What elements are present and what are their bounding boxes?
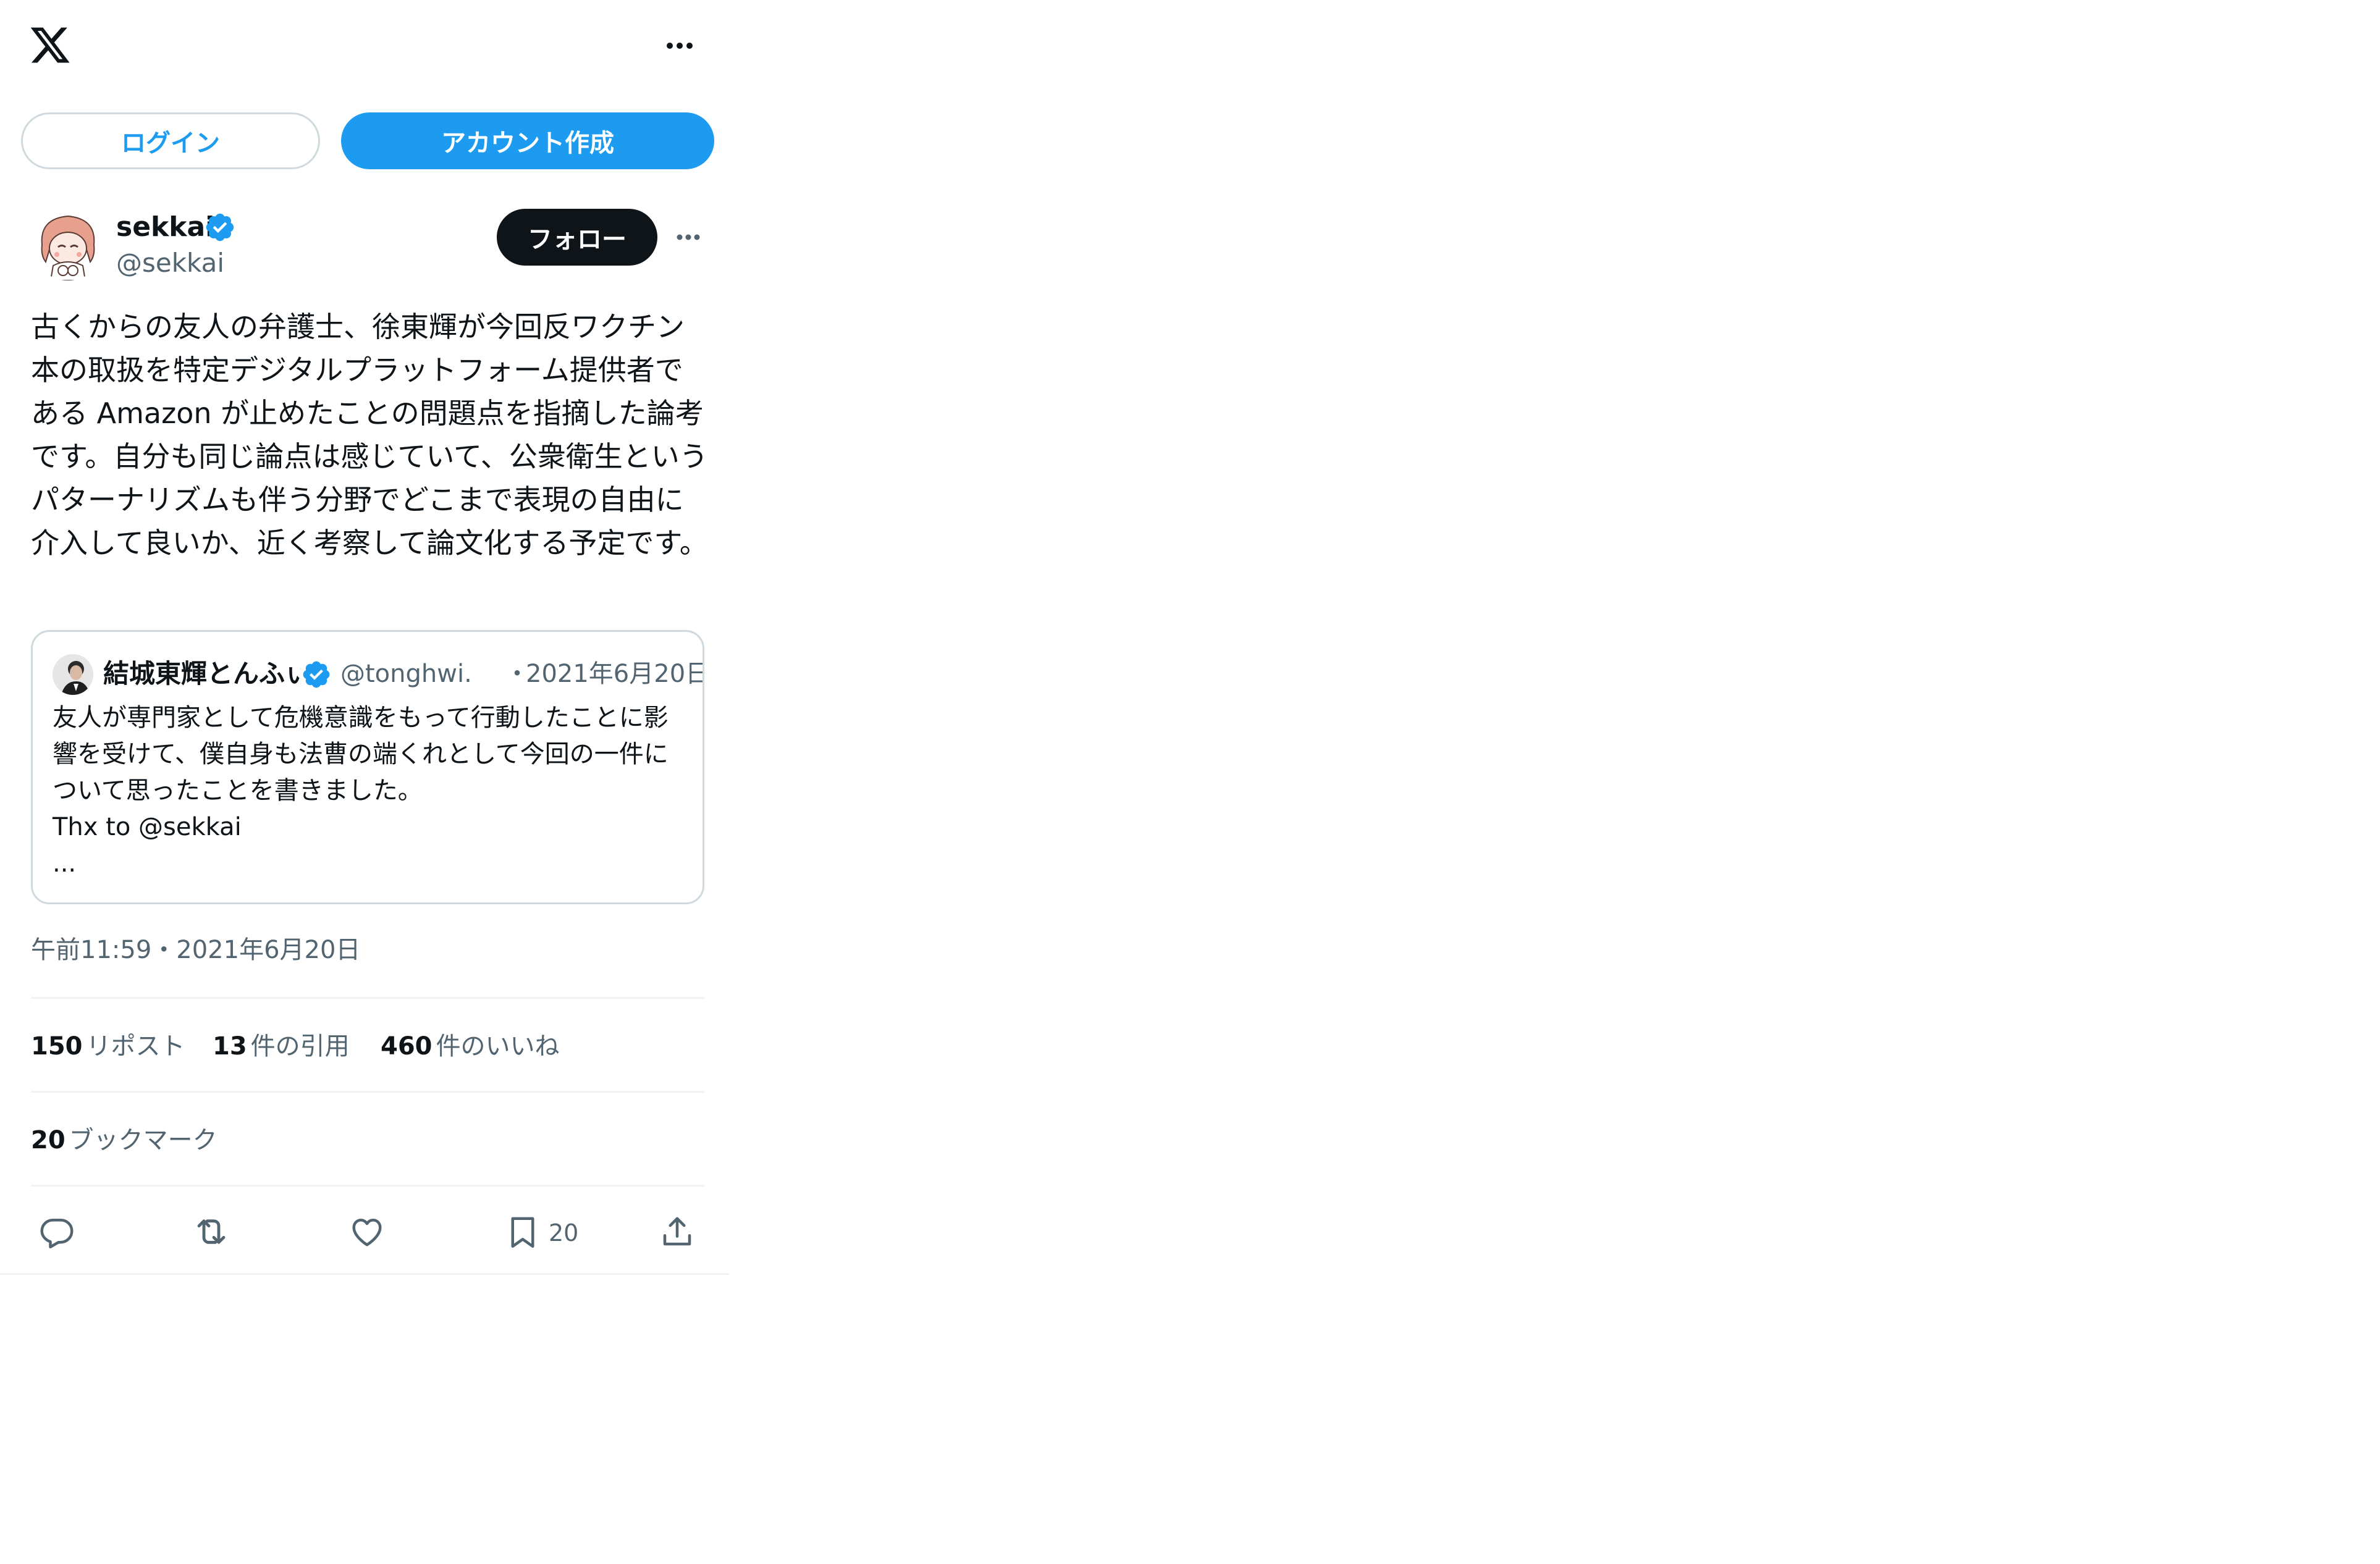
login-button[interactable]: ログイン (21, 112, 320, 169)
follow-button[interactable]: フォロー (497, 209, 657, 266)
stat-reposts[interactable]: 150 リポスト (31, 1028, 185, 1065)
stat-bookmarks-count: 20 (31, 1126, 65, 1154)
tweet-column: ログイン アカウント作成 sekkai @sekkai フォロー 古くからの友人… (0, 0, 729, 1275)
stat-reposts-count: 150 (31, 1032, 83, 1061)
stat-likes[interactable]: 460 件のいいね (381, 1028, 560, 1065)
stat-reposts-label: リポスト (86, 1032, 185, 1061)
stat-quotes[interactable]: 13 件の引用 (213, 1028, 350, 1065)
divider (31, 997, 704, 999)
quote-date: 2021年6月20日 (526, 660, 704, 688)
bookmark-action-count: 20 (549, 1219, 579, 1247)
tweet-timestamp[interactable]: 午前11:59・2021年6月20日 (31, 931, 360, 969)
more-horizontal-icon[interactable] (661, 32, 698, 59)
heart-icon[interactable] (342, 1207, 392, 1256)
repost-icon[interactable] (187, 1207, 236, 1256)
page: ログイン アカウント作成 sekkai @sekkai フォロー 古くからの友人… (0, 0, 2380, 1564)
stat-likes-label: 件のいいね (436, 1032, 560, 1061)
quote-text: 友人が専門家として危機意識をもって行動したことに影響を受けて、僕自身も法曹の端く… (53, 704, 669, 878)
tweet-text: 古くからの友人の弁護士、徐東輝が今回反ワクチン本の取扱を特定デジタルプラットフォ… (31, 310, 708, 560)
stat-bookmarks[interactable]: 20 ブックマーク (31, 1122, 217, 1159)
stat-likes-count: 460 (381, 1032, 433, 1061)
stat-quotes-label: 件の引用 (250, 1032, 350, 1061)
signup-button[interactable]: アカウント作成 (341, 112, 714, 169)
x-logo-icon[interactable] (28, 23, 72, 67)
quote-author-name: 結城東輝とんふぃ (103, 658, 301, 689)
more-horizontal-icon[interactable] (670, 225, 707, 250)
quote-avatar (53, 654, 93, 695)
bookmark-icon[interactable] (498, 1207, 547, 1256)
divider (31, 1185, 704, 1187)
reply-icon[interactable] (32, 1207, 82, 1256)
author-handle[interactable]: @sekkai (116, 246, 224, 280)
quote-author-handle: @tonghwi. (340, 660, 472, 688)
verified-badge-icon (204, 211, 236, 243)
avatar[interactable] (31, 206, 105, 280)
author-name[interactable]: sekkai (116, 209, 214, 246)
divider (31, 1091, 704, 1093)
stat-quotes-count: 13 (213, 1032, 247, 1061)
stat-bookmarks-label: ブックマーク (69, 1126, 217, 1154)
quote-tweet-card[interactable]: 結城東輝とんふぃ @tonghwi. ・ 2021年6月20日 友人が専門家とし… (31, 630, 704, 904)
share-icon[interactable] (652, 1207, 702, 1256)
verified-badge-icon (301, 659, 332, 690)
